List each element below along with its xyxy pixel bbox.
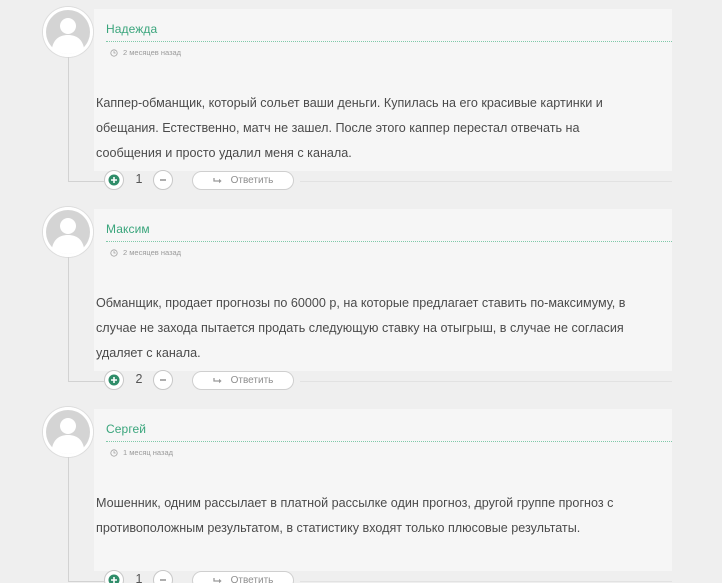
comment-author[interactable]: Сергей xyxy=(106,422,146,436)
comment-text-line: Каппер-обманщик, который сольет ваши ден… xyxy=(96,96,603,110)
reply-arrow-icon xyxy=(212,177,222,183)
clock-icon xyxy=(110,448,118,457)
avatar xyxy=(43,407,93,457)
plus-icon xyxy=(108,174,120,186)
thread-connector xyxy=(68,381,104,382)
comment-text-line: удаляет с канала. xyxy=(96,346,201,360)
clock-icon xyxy=(110,248,118,257)
user-silhouette-icon xyxy=(43,7,93,57)
comment-text: Обманщик, продает прогнозы по 60000 р, н… xyxy=(96,291,670,366)
reply-label: Ответить xyxy=(230,575,274,583)
comment-meta: 2 месяцев назад xyxy=(110,48,181,57)
minus-icon xyxy=(160,179,166,181)
reply-arrow-icon xyxy=(212,377,222,383)
comments-section: Надежда 2 месяцев назад Каппер-обманщик,… xyxy=(0,0,722,583)
vote-count: 1 xyxy=(135,572,143,583)
downvote-button[interactable] xyxy=(153,170,173,190)
downvote-button[interactable] xyxy=(153,570,173,583)
avatar xyxy=(43,7,93,57)
comment-card: Максим 2 месяцев назад Обманщик, продает… xyxy=(94,209,672,371)
author-divider xyxy=(106,441,672,442)
upvote-button[interactable] xyxy=(104,370,124,390)
comment-time: 2 месяцев назад xyxy=(123,248,182,257)
comment-text-line: сообщения и просто удалил меня с канала. xyxy=(96,146,352,160)
user-silhouette-icon xyxy=(43,407,93,457)
comment-text-line: Обманщик, продает прогнозы по 60000 р, н… xyxy=(96,296,626,310)
comment-text-line: противоположным результатом, в статистик… xyxy=(96,521,581,535)
vote-count: 1 xyxy=(135,172,143,186)
author-divider xyxy=(106,241,672,242)
comment: Максим 2 месяцев назад Обманщик, продает… xyxy=(0,200,722,396)
reply-label: Ответить xyxy=(230,175,274,186)
comment-author[interactable]: Надежда xyxy=(106,22,157,36)
clock-icon xyxy=(110,48,118,57)
comment-meta: 2 месяцев назад xyxy=(110,248,181,257)
divider xyxy=(300,381,672,382)
comment-time: 1 месяц назад xyxy=(123,448,173,457)
divider xyxy=(300,581,672,582)
downvote-button[interactable] xyxy=(153,370,173,390)
user-silhouette-icon xyxy=(43,207,93,257)
plus-icon xyxy=(108,574,120,583)
thread-connector xyxy=(68,181,104,182)
thread-line xyxy=(68,257,69,381)
comment-card: Надежда 2 месяцев назад Каппер-обманщик,… xyxy=(94,9,672,171)
comment-time: 2 месяцев назад xyxy=(123,48,182,57)
comment: Сергей 1 месяц назад Мошенник, одним рас… xyxy=(0,400,722,583)
comment-text-line: обещания. Естественно, матч не зашел. По… xyxy=(96,121,580,135)
upvote-button[interactable] xyxy=(104,170,124,190)
reply-button[interactable]: Ответить xyxy=(192,571,294,583)
minus-icon xyxy=(160,379,166,381)
comment: Надежда 2 месяцев назад Каппер-обманщик,… xyxy=(0,0,722,196)
author-divider xyxy=(106,41,672,42)
plus-icon xyxy=(108,374,120,386)
avatar xyxy=(43,207,93,257)
comment-text-line: Мошенник, одним рассылает в платной расс… xyxy=(96,496,614,510)
comment-text: Каппер-обманщик, который сольет ваши ден… xyxy=(96,91,670,166)
reply-button[interactable]: Ответить xyxy=(192,371,294,390)
reply-arrow-icon xyxy=(212,577,222,583)
upvote-button[interactable] xyxy=(104,570,124,583)
divider xyxy=(300,181,672,182)
comment-text: Мошенник, одним рассылает в платной расс… xyxy=(96,491,670,541)
comment-author[interactable]: Максим xyxy=(106,222,150,236)
thread-line xyxy=(68,457,69,581)
reply-label: Ответить xyxy=(230,375,274,386)
thread-connector xyxy=(68,581,104,582)
reply-button[interactable]: Ответить xyxy=(192,171,294,190)
minus-icon xyxy=(160,579,166,581)
comment-meta: 1 месяц назад xyxy=(110,448,173,457)
comment-card: Сергей 1 месяц назад Мошенник, одним рас… xyxy=(94,409,672,571)
comment-text-line: случае не захода пытается продать следую… xyxy=(96,321,624,335)
thread-line xyxy=(68,57,69,181)
vote-count: 2 xyxy=(135,372,143,386)
